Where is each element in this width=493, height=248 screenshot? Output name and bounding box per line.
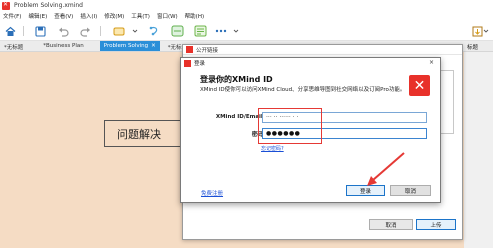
tab-problem-solving[interactable]: Problem Solving ✕ [99,41,160,51]
login-button[interactable]: 登录 [346,185,385,196]
share-cancel-button[interactable]: 取消 [369,219,413,230]
toolbar-divider [23,26,24,36]
tab-untitled[interactable]: *无标题 [0,41,27,51]
toolbar [0,21,493,41]
redo-icon[interactable] [78,24,92,38]
xmind-logo-icon [2,1,10,10]
login-description: XMind ID使你可以访问XMind Cloud、分享思维导图到社交网络以及订… [200,87,406,93]
tab-label: Problem Solving [103,43,149,49]
menu-insert[interactable]: 插入(I) [80,12,97,20]
chevron-down-icon[interactable] [128,24,142,38]
menu-view[interactable]: 查看(V) [54,12,73,20]
close-icon[interactable]: ✕ [151,43,156,49]
login-dialog-title: 登录 [194,61,206,67]
topic-icon[interactable] [112,24,126,38]
chevron-down-icon[interactable] [229,24,243,38]
home-icon[interactable] [3,24,17,38]
right-panel: 标题 [464,45,493,248]
menu-window[interactable]: 窗口(W) [157,12,178,20]
forgot-password-link[interactable]: 忘记密码? [261,145,284,152]
menu-help[interactable]: 帮助(H) [185,12,204,20]
boundary-icon[interactable] [170,24,184,38]
register-link[interactable]: 免费注册 [201,189,223,197]
highlight-annotation [258,108,322,144]
xmind-logo-icon [184,59,191,67]
menu-bar: 文件(F) 编辑(E) 查看(V) 插入(I) 修改(M) 工具(T) 窗口(W… [0,11,493,21]
undo-icon[interactable] [56,24,70,38]
title-bar: Problem Solving.xmind [0,0,493,11]
window-title: Problem Solving.xmind [14,2,83,9]
menu-tools[interactable]: 工具(T) [131,12,150,20]
more-icon[interactable] [214,24,228,38]
tab-business-plan[interactable]: *Business Plan [39,41,87,51]
toolbar-divider [100,26,101,36]
tab-label: *无标题 [4,45,24,51]
cancel-button[interactable]: 取消 [390,185,431,196]
share-upload-button[interactable]: 上传 [416,219,456,230]
xmind-logo-icon [186,46,193,53]
menu-edit[interactable]: 编辑(E) [28,12,47,20]
relationship-icon[interactable] [148,24,162,38]
xmind-brand-icon: ✕ [409,75,430,96]
share-dialog-titlebar: 公开链接 [183,45,462,55]
email-label: XMind ID/Email: [215,114,265,120]
tab-label: *无标 [167,45,182,51]
summary-icon[interactable] [193,24,207,38]
menu-modify[interactable]: 修改(M) [104,12,124,20]
menu-file[interactable]: 文件(F) [3,12,21,20]
password-label: 密码: [251,132,265,138]
login-dialog-titlebar: 登录 × [181,58,440,68]
close-icon[interactable]: × [429,59,434,66]
chevron-down-icon[interactable] [482,24,490,38]
right-tab-label[interactable]: 标题 [467,43,478,51]
login-heading: 登录你的XMind ID [200,75,273,84]
share-dialog-title: 公开链接 [196,47,219,54]
tab-label: *Business Plan [43,43,84,49]
save-icon[interactable] [33,24,47,38]
